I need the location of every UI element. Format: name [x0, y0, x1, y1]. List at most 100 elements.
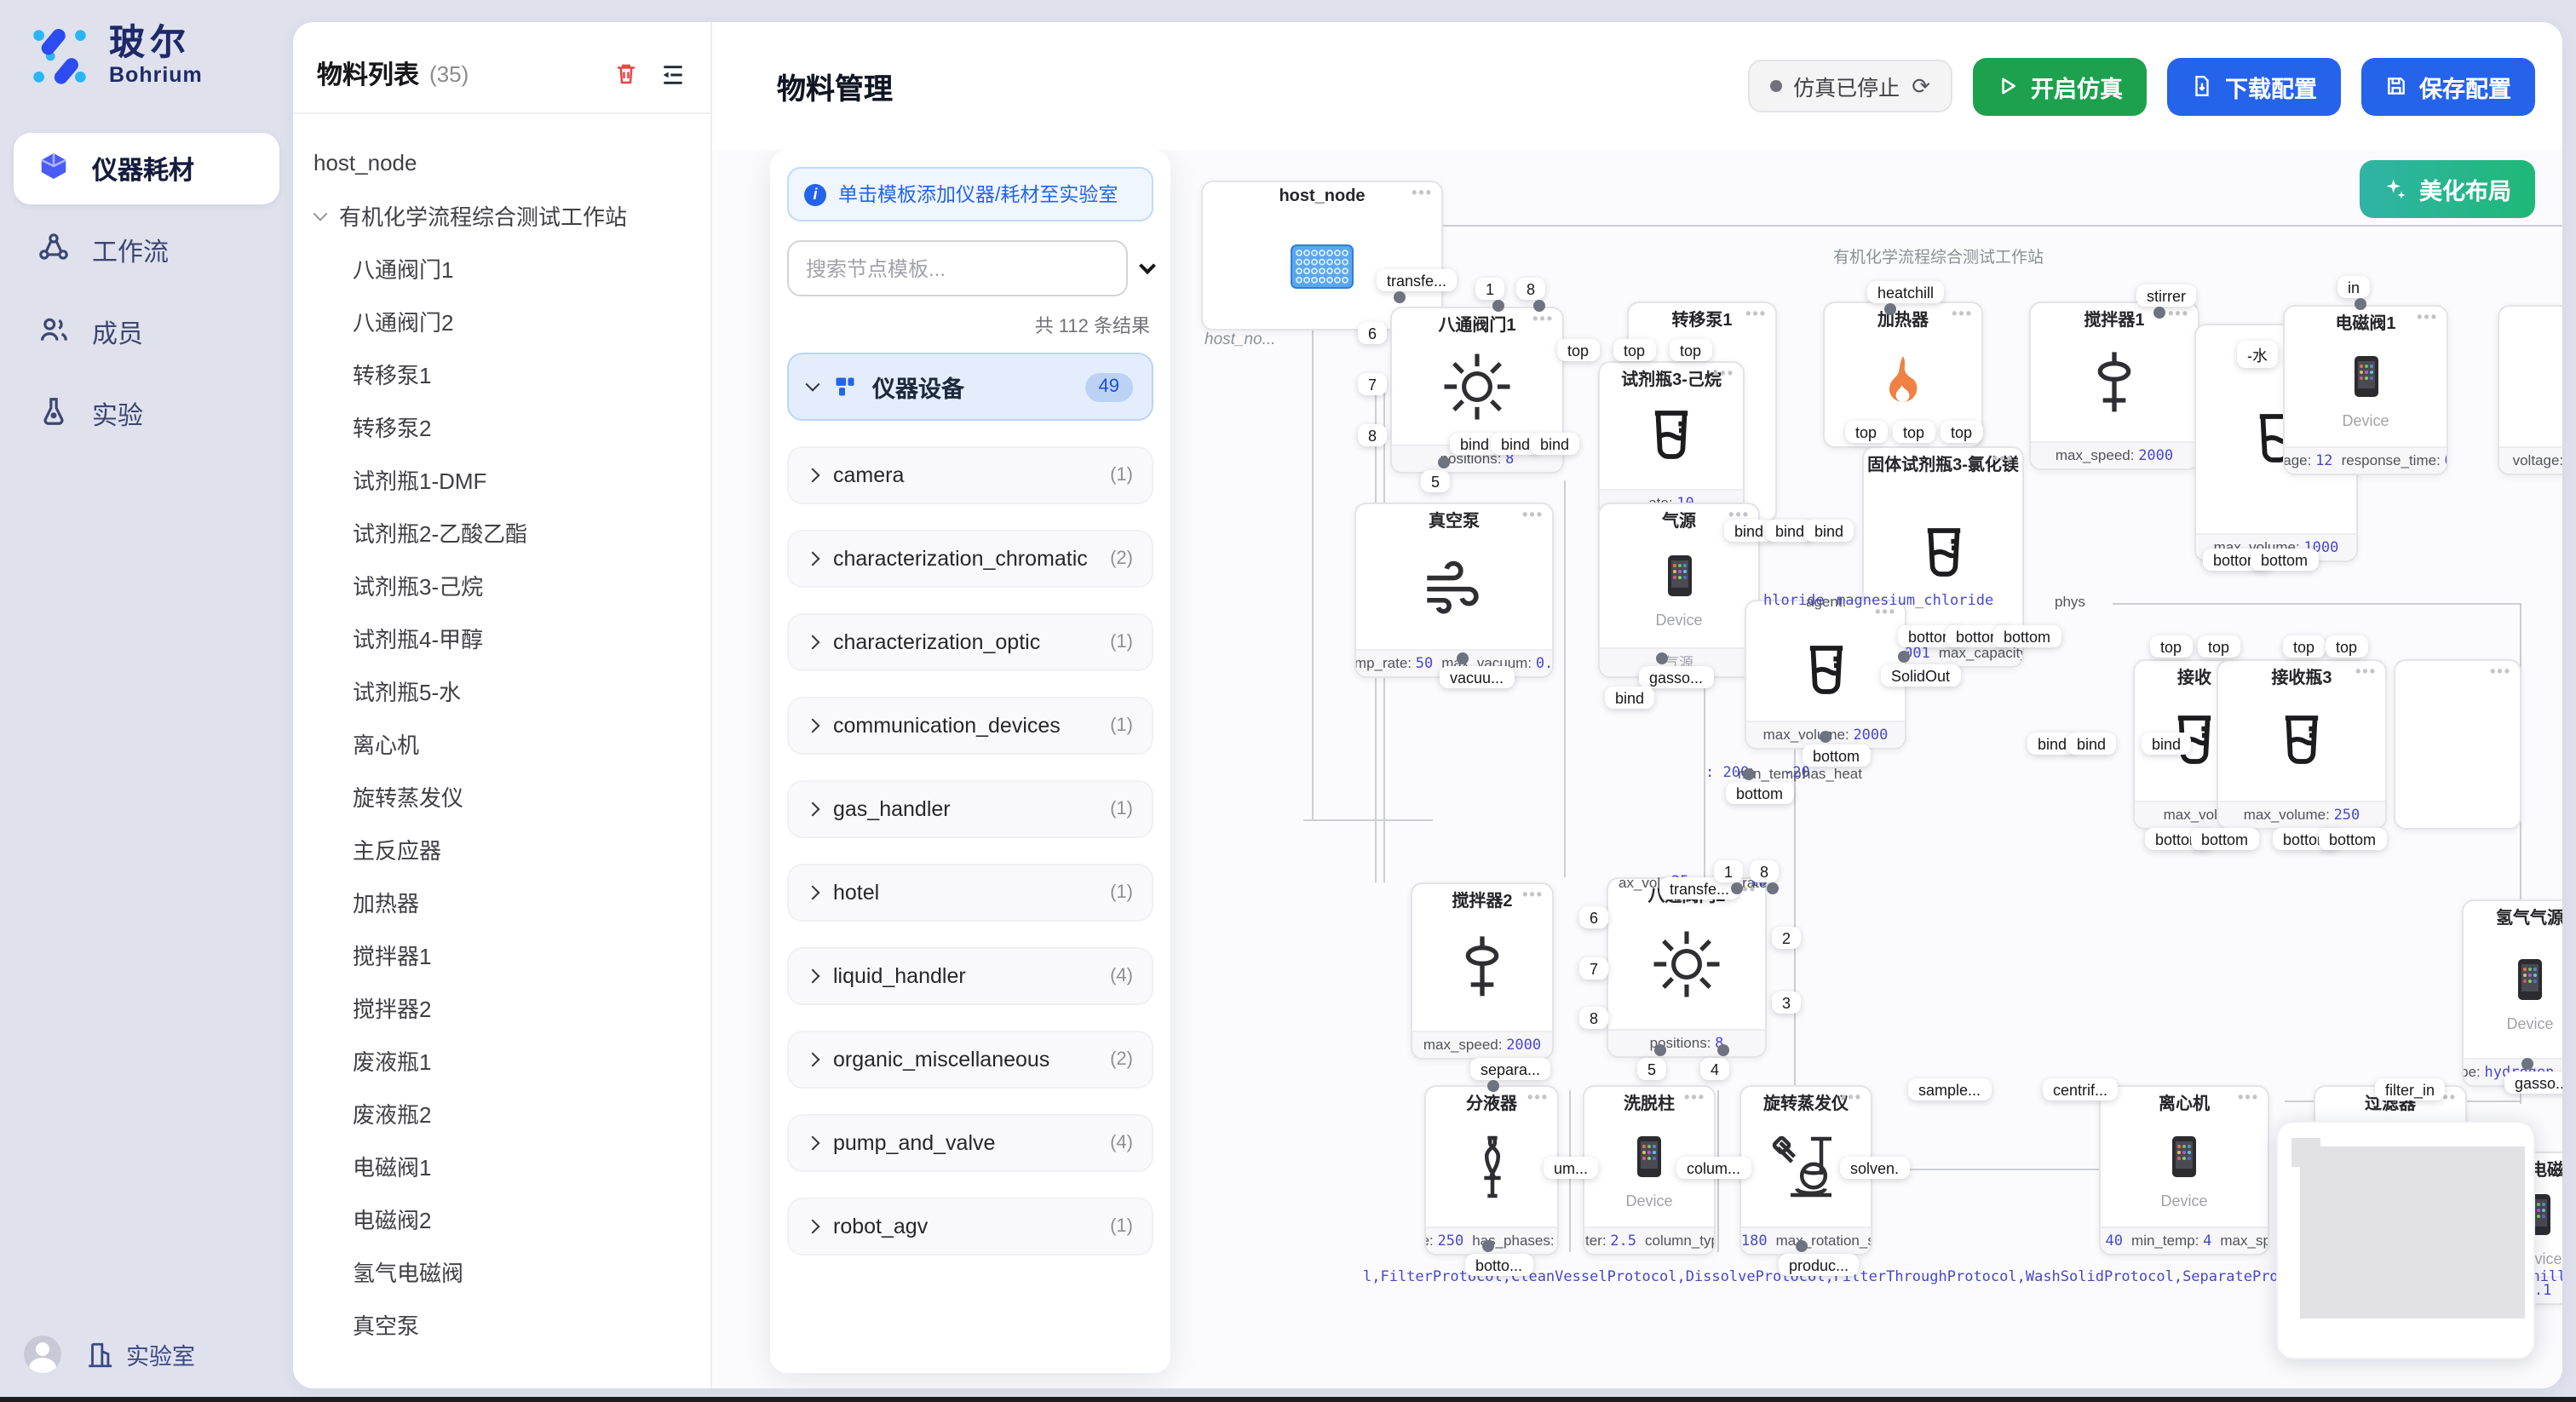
node-menu-icon[interactable]: •••	[1713, 365, 1734, 382]
port-pill[interactable]: SolidOut	[1881, 664, 1960, 687]
sidebar-item-experiment[interactable]: 实验	[14, 378, 279, 450]
port-pill[interactable]: bind	[1605, 687, 1654, 709]
node-menu-icon[interactable]: •••	[1992, 450, 2014, 467]
tree-item[interactable]: 八通阀门1	[293, 242, 710, 295]
canvas-node[interactable]: 试剂瓶3-己烷••• ate: 10	[1598, 361, 1745, 518]
port-pill[interactable]: top	[1613, 339, 1655, 361]
port-connector-dot[interactable]	[1533, 300, 1545, 312]
port-pill[interactable]: top	[1893, 421, 1935, 443]
port-connector-dot[interactable]	[1743, 768, 1755, 780]
port-connector-dot[interactable]	[1717, 1044, 1729, 1056]
node-menu-icon[interactable]: •••	[1684, 1089, 1705, 1106]
port-pill[interactable]: bottom	[2251, 549, 2318, 571]
category-row-robot_agv[interactable]: robot_agv (1)	[787, 1198, 1153, 1255]
port-pill[interactable]: botto...	[1465, 1254, 1532, 1276]
port-pill[interactable]: 8	[1579, 1007, 1608, 1029]
port-pill[interactable]: bottom	[1993, 625, 2061, 647]
sidebar-item-cube[interactable]: 仪器耗材	[14, 133, 279, 204]
category-row-characterization_chromatic[interactable]: characterization_chromatic (2)	[787, 530, 1153, 588]
port-connector-dot[interactable]	[1394, 291, 1406, 303]
port-connector-dot[interactable]	[1492, 300, 1504, 312]
canvas-node[interactable]: •••	[2394, 659, 2521, 830]
port-pill[interactable]: -水	[2237, 341, 2278, 368]
port-pill[interactable]: produc...	[1779, 1254, 1859, 1276]
port-connector-dot[interactable]	[1656, 652, 1668, 664]
port-pill[interactable]: 8	[1358, 424, 1387, 446]
port-pill[interactable]: gasso...	[2504, 1072, 2562, 1094]
port-pill[interactable]: 1	[1475, 278, 1504, 300]
minimap[interactable]	[2276, 1121, 2535, 1359]
canvas-node[interactable]: 搅拌器1••• max_speed: 2000	[2029, 302, 2199, 470]
port-pill[interactable]: separa...	[1470, 1058, 1550, 1080]
port-pill[interactable]: 8	[1750, 860, 1779, 882]
port-connector-dot[interactable]	[1796, 1240, 1808, 1252]
tree-item[interactable]: 试剂瓶1-DMF	[293, 453, 710, 506]
port-pill[interactable]: bottom	[1803, 744, 1870, 767]
start-simulation-button[interactable]: 开启仿真	[1973, 57, 2147, 115]
node-menu-icon[interactable]: •••	[1532, 310, 1554, 327]
node-menu-icon[interactable]: •••	[1841, 1089, 1862, 1106]
tree-item[interactable]: 转移泵2	[293, 400, 710, 453]
port-pill[interactable]: filter_in	[2375, 1078, 2445, 1100]
port-connector-dot[interactable]	[1767, 882, 1779, 894]
port-connector-dot[interactable]	[1884, 303, 1896, 315]
port-connector-dot[interactable]	[1820, 731, 1831, 743]
port-connector-dot[interactable]	[1731, 882, 1743, 894]
port-pill[interactable]: 3	[1772, 991, 1801, 1014]
canvas-node[interactable]: 电磁阀1••• Devicevoltage: 12response_time: …	[2283, 305, 2448, 475]
port-pill[interactable]: 5	[1637, 1058, 1666, 1080]
port-pill[interactable]: top	[1557, 339, 1599, 361]
port-pill[interactable]: gasso...	[1639, 666, 1713, 688]
node-menu-icon[interactable]: •••	[2355, 663, 2377, 680]
port-pill[interactable]: centrif...	[2043, 1078, 2118, 1100]
tree-item-root[interactable]: host_node	[293, 136, 710, 189]
sidebar-item-members[interactable]: 成员	[14, 296, 279, 368]
canvas-node[interactable]: 接收瓶3••• max_volume: 250	[2217, 659, 2387, 830]
port-pill[interactable]: solven.	[1840, 1157, 1909, 1179]
port-pill[interactable]: bind	[1530, 433, 1579, 455]
port-pill[interactable]: vacuu...	[1440, 666, 1514, 688]
category-row-characterization_optic[interactable]: characterization_optic (1)	[787, 613, 1153, 671]
category-row-pump_and_valve[interactable]: pump_and_valve (4)	[787, 1114, 1153, 1172]
avatar[interactable]	[24, 1336, 61, 1373]
port-connector-dot[interactable]	[1457, 652, 1469, 664]
category-row-organic_miscellaneous[interactable]: organic_miscellaneous (2)	[787, 1031, 1153, 1089]
port-pill[interactable]: top	[2326, 635, 2367, 658]
port-pill[interactable]: bind	[2142, 733, 2191, 755]
port-pill[interactable]: 6	[1579, 906, 1608, 928]
port-pill[interactable]: um...	[1544, 1157, 1598, 1179]
node-menu-icon[interactable]: •••	[2168, 305, 2189, 322]
chevron-down-icon[interactable]	[313, 206, 328, 221]
node-menu-icon[interactable]: •••	[1522, 886, 1544, 903]
canvas-node[interactable]: ••• voltage: 12	[2498, 305, 2562, 475]
tree-item[interactable]: 离心机	[293, 717, 710, 770]
port-pill[interactable]: heatchill	[1867, 281, 1944, 303]
tree-item[interactable]: 试剂瓶2-乙酸乙酯	[293, 506, 710, 559]
port-pill[interactable]: bind	[2067, 733, 2116, 755]
port-connector-dot[interactable]	[1898, 651, 1910, 663]
tree-item[interactable]: 八通阀门2	[293, 295, 710, 348]
tree-item[interactable]: 试剂瓶4-甲醇	[293, 612, 710, 664]
category-row-hotel[interactable]: hotel (1)	[787, 864, 1153, 922]
port-pill[interactable]: sample...	[1908, 1078, 1991, 1100]
port-pill[interactable]: colum...	[1676, 1157, 1751, 1179]
tree-group[interactable]: 有机化学流程综合测试工作站	[293, 189, 710, 242]
tree-item[interactable]: 试剂瓶5-水	[293, 664, 710, 717]
node-menu-icon[interactable]: •••	[1412, 184, 1433, 201]
minimap-viewport[interactable]	[2300, 1146, 2525, 1319]
tree-item[interactable]: 废液瓶2	[293, 1087, 710, 1140]
tree-item[interactable]: 真空泵	[293, 1298, 710, 1351]
canvas-node[interactable]: 氢气气源••• Device_type: hydrogenmax_pre	[2462, 899, 2562, 1087]
port-pill[interactable]: 6	[1358, 322, 1387, 344]
category-group-instruments[interactable]: 仪器设备 49	[787, 353, 1153, 421]
tree-item[interactable]: 转移泵1	[293, 348, 710, 400]
port-connector-dot[interactable]	[1654, 1044, 1666, 1056]
port-pill[interactable]: top	[2198, 635, 2240, 658]
port-connector-dot[interactable]	[2521, 1058, 2533, 1070]
canvas-node[interactable]: 真空泵••• ump_rate: 50max_vacuum: 0.1	[1354, 503, 1554, 678]
tree-item[interactable]: 电磁阀2	[293, 1192, 710, 1245]
search-template-input[interactable]	[787, 240, 1128, 296]
simulation-status-pill[interactable]: 仿真已停止 ⟳	[1747, 60, 1952, 112]
canvas-node[interactable]: 八通阀门2••• positions: 8	[1607, 877, 1767, 1058]
port-pill[interactable]: stirrer	[2136, 284, 2196, 307]
